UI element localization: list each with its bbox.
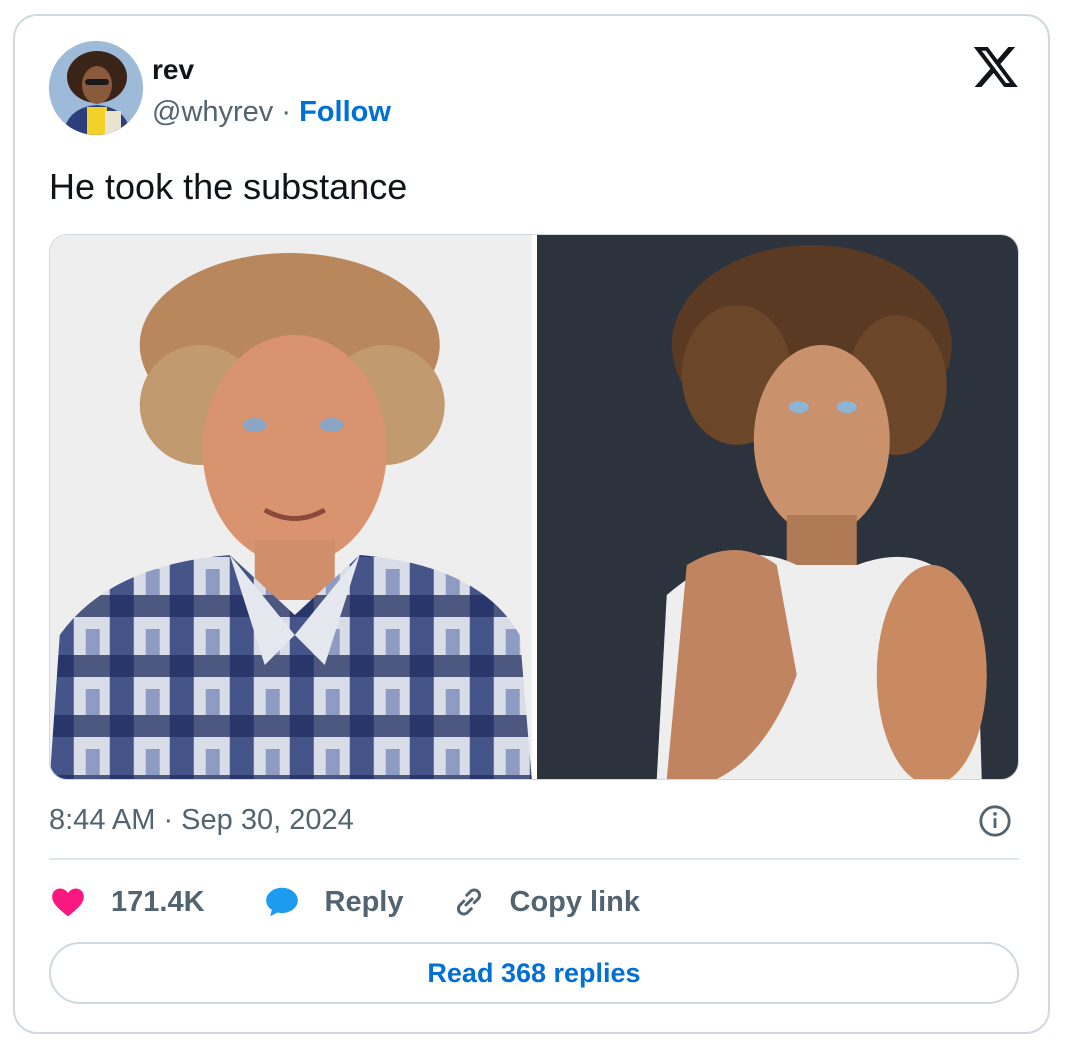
read-replies-button[interactable]: Read 368 replies xyxy=(49,942,1019,1004)
avatar[interactable] xyxy=(49,41,143,135)
follow-button[interactable]: Follow xyxy=(299,96,391,128)
tweet-text: He took the substance xyxy=(49,166,408,207)
divider xyxy=(49,858,1019,860)
separator: · xyxy=(281,96,292,128)
author-handle[interactable]: @whyrev xyxy=(152,96,273,128)
heart-icon xyxy=(49,883,87,921)
like-count: 171.4K xyxy=(111,885,205,918)
tweet-timestamp[interactable]: 8:44 AM · Sep 30, 2024 xyxy=(49,804,354,837)
speech-bubble-icon xyxy=(263,883,301,921)
author-name[interactable]: rev xyxy=(152,54,194,86)
link-icon xyxy=(450,883,488,921)
x-logo-icon[interactable] xyxy=(972,46,1020,92)
author-meta: @whyrev · Follow xyxy=(152,96,391,129)
photo-right[interactable] xyxy=(536,235,1018,779)
info-icon[interactable] xyxy=(978,804,1012,838)
tweet-media[interactable] xyxy=(49,234,1019,780)
like-button[interactable]: 171.4K xyxy=(49,883,205,921)
copy-link-button[interactable]: Copy link xyxy=(450,883,641,921)
reply-button[interactable]: Reply xyxy=(263,883,404,921)
copy-link-label: Copy link xyxy=(509,885,641,918)
photo-left[interactable] xyxy=(50,235,532,779)
reply-label: Reply xyxy=(324,885,404,918)
action-bar: 171.4K Reply Copy link xyxy=(49,878,640,926)
tweet-embed-card: rev @whyrev · Follow He took the substan… xyxy=(13,14,1050,1034)
